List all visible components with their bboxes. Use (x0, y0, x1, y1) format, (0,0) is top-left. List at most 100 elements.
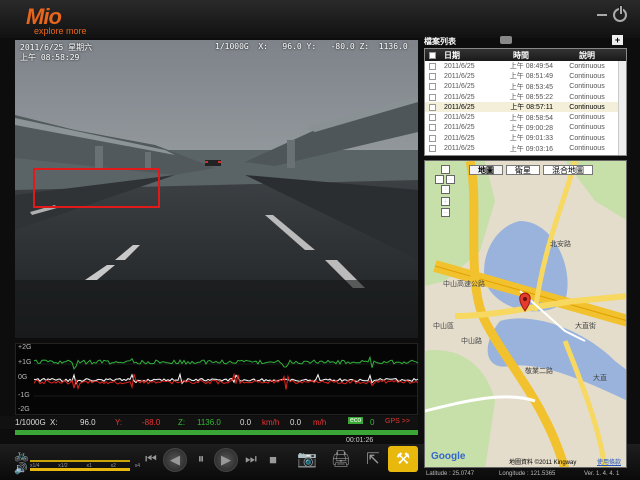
row-date: 2011/6/25 (444, 134, 475, 142)
previous-icon[interactable]: ⏮ (140, 448, 162, 470)
row-checkbox[interactable] (429, 83, 436, 91)
zoom-in-icon[interactable]: + (441, 197, 450, 206)
row-time: 上午 08:55:22 (509, 94, 553, 102)
speed-slider[interactable] (30, 460, 130, 462)
status-bar: Latitude : 25.0747 Longitude : 121.5365 … (424, 469, 640, 480)
row-date: 2011/6/25 (444, 124, 475, 132)
next-icon[interactable]: ⏭ (240, 448, 262, 470)
column-time[interactable]: 時間 (489, 50, 557, 61)
readout-x-value: 96.0 (80, 418, 96, 427)
forward-button[interactable]: ▶ (214, 448, 238, 472)
file-list[interactable]: 日期 時間 說明 2011/6/25 上午 08:49:54 Continuous 2… (424, 48, 627, 156)
folder-icon[interactable] (500, 36, 512, 44)
row-checkbox[interactable] (429, 72, 436, 80)
tab-map[interactable]: 地圖 (469, 165, 503, 175)
map-type-tabs: 地圖 衛星 混合地圖 (469, 165, 596, 175)
row-date: 2011/6/25 (444, 103, 475, 111)
stop-icon[interactable]: ■ (262, 448, 284, 470)
row-desc: Continuous (569, 124, 605, 132)
row-time: 上午 09:03:16 (509, 145, 553, 153)
google-logo: Google (431, 451, 466, 462)
row-date: 2011/6/25 (444, 62, 475, 70)
map-nav-control[interactable]: ↑ ← → ↓ + − (435, 165, 457, 217)
add-icon[interactable]: + (612, 35, 623, 45)
row-checkbox[interactable] (429, 103, 436, 111)
print-icon[interactable]: 🖨 (330, 448, 352, 470)
row-checkbox[interactable] (429, 93, 436, 101)
row-checkbox[interactable] (429, 114, 436, 122)
title-bar (0, 0, 640, 38)
select-all-checkbox[interactable] (429, 51, 436, 59)
file-row[interactable]: 2011/6/25 上午 08:55:22 Continuous (425, 92, 626, 102)
pan-down-icon[interactable]: ↓ (441, 185, 450, 194)
tab-hybrid[interactable]: 混合地圖 (543, 165, 593, 175)
row-desc: Continuous (569, 93, 605, 101)
row-time: 上午 09:01:33 (509, 135, 553, 143)
gps-button[interactable]: GPS >> (385, 418, 410, 425)
version-label: Ver. 1. 4. 4. 1 (584, 471, 620, 477)
map-road-label: 中山路 (461, 338, 482, 345)
row-time: 上午 08:49:54 (509, 63, 553, 71)
video-player[interactable]: 2011/6/25 星期六 上午 08:58:29 1/1000G X: 96.… (15, 40, 418, 338)
row-date: 2011/6/25 (444, 93, 475, 101)
eco-badge: eco (348, 417, 364, 424)
map-terms-link[interactable]: 使用條款 (597, 457, 621, 466)
row-checkbox[interactable] (429, 62, 436, 70)
file-row[interactable]: 2011/6/25 上午 08:57:11 Continuous (425, 102, 626, 113)
readout-z-label: Z: (178, 418, 186, 427)
altitude-unit: m/h (313, 418, 327, 427)
row-desc: Continuous (569, 72, 605, 80)
readout-x-label: X: (50, 418, 58, 427)
y-axis-trace (33, 372, 419, 391)
sensor-readout: 1/1000G X: 96.0 Y: -88.0 Z: 1136.0 0.0 k… (0, 416, 418, 429)
file-row[interactable]: 2011/6/25 上午 08:49:54 Continuous (425, 61, 626, 71)
row-desc: Continuous (569, 114, 605, 122)
row-checkbox[interactable] (429, 145, 436, 153)
map-road-label: 中山區 (433, 323, 454, 330)
file-row[interactable]: 2011/6/25 上午 08:58:54 Continuous (425, 112, 626, 122)
file-row[interactable]: 2011/6/25 上午 08:51:49 Continuous (425, 71, 626, 81)
row-checkbox[interactable] (429, 134, 436, 142)
rewind-button[interactable]: ◀ (163, 448, 187, 472)
timeline-progress (15, 430, 418, 435)
readout-z-value: 1136.0 (197, 418, 221, 427)
pan-up-icon[interactable]: ↑ (441, 165, 450, 174)
settings-button[interactable]: ⚒ (388, 446, 418, 472)
row-date: 2011/6/25 (444, 72, 475, 80)
file-list-scrollbar[interactable] (618, 61, 626, 155)
power-icon[interactable] (613, 5, 627, 22)
camera-icon[interactable]: 📷 (296, 448, 318, 470)
speed-unit: km/h (262, 418, 280, 427)
dashcam-frame (15, 40, 418, 338)
export-icon[interactable]: ⇱ (362, 448, 384, 470)
column-desc[interactable]: 說明 (557, 50, 617, 61)
pause-icon[interactable]: ⏸ (190, 448, 212, 470)
zoom-out-icon[interactable]: − (441, 208, 450, 217)
file-row[interactable]: 2011/6/25 上午 09:01:33 Continuous (425, 133, 626, 143)
volume-icon[interactable]: 🔊 (14, 462, 28, 475)
map-panel[interactable]: 地圖 衛星 混合地圖 ↑ ← → ↓ + − 中山高速公路 中山路 北安路 大直… (424, 160, 627, 468)
minimize-icon[interactable] (597, 14, 607, 16)
tab-satellite[interactable]: 衛星 (506, 165, 540, 175)
map-road-label: 中山高速公路 (443, 281, 485, 288)
timeline-slider[interactable] (15, 430, 418, 435)
longitude: Longitude : 121.5365 (499, 471, 556, 477)
volume-slider[interactable] (30, 468, 130, 471)
row-time: 上午 08:57:11 (510, 104, 553, 112)
readout-y-label: Y: (115, 418, 123, 427)
row-time: 上午 08:51:49 (509, 73, 553, 81)
row-time: 上午 08:53:45 (509, 83, 553, 91)
row-date: 2011/6/25 (444, 83, 475, 91)
column-date[interactable]: 日期 (444, 50, 489, 61)
file-row[interactable]: 2011/6/25 上午 09:00:28 Continuous (425, 123, 626, 133)
pan-right-icon[interactable]: → (446, 175, 455, 184)
latitude: Latitude : 25.0747 (426, 471, 475, 477)
readout-y-value: -88.0 (142, 418, 161, 427)
readout-scale: 1/1000G (15, 418, 46, 427)
row-date: 2011/6/25 (444, 145, 475, 153)
file-row[interactable]: 2011/6/25 上午 09:03:16 Continuous (425, 143, 626, 153)
row-checkbox[interactable] (429, 124, 436, 132)
pan-left-icon[interactable]: ← (435, 175, 444, 184)
file-row[interactable]: 2011/6/25 上午 08:53:45 Continuous (425, 82, 626, 92)
altitude-value: 0.0 (290, 418, 302, 427)
